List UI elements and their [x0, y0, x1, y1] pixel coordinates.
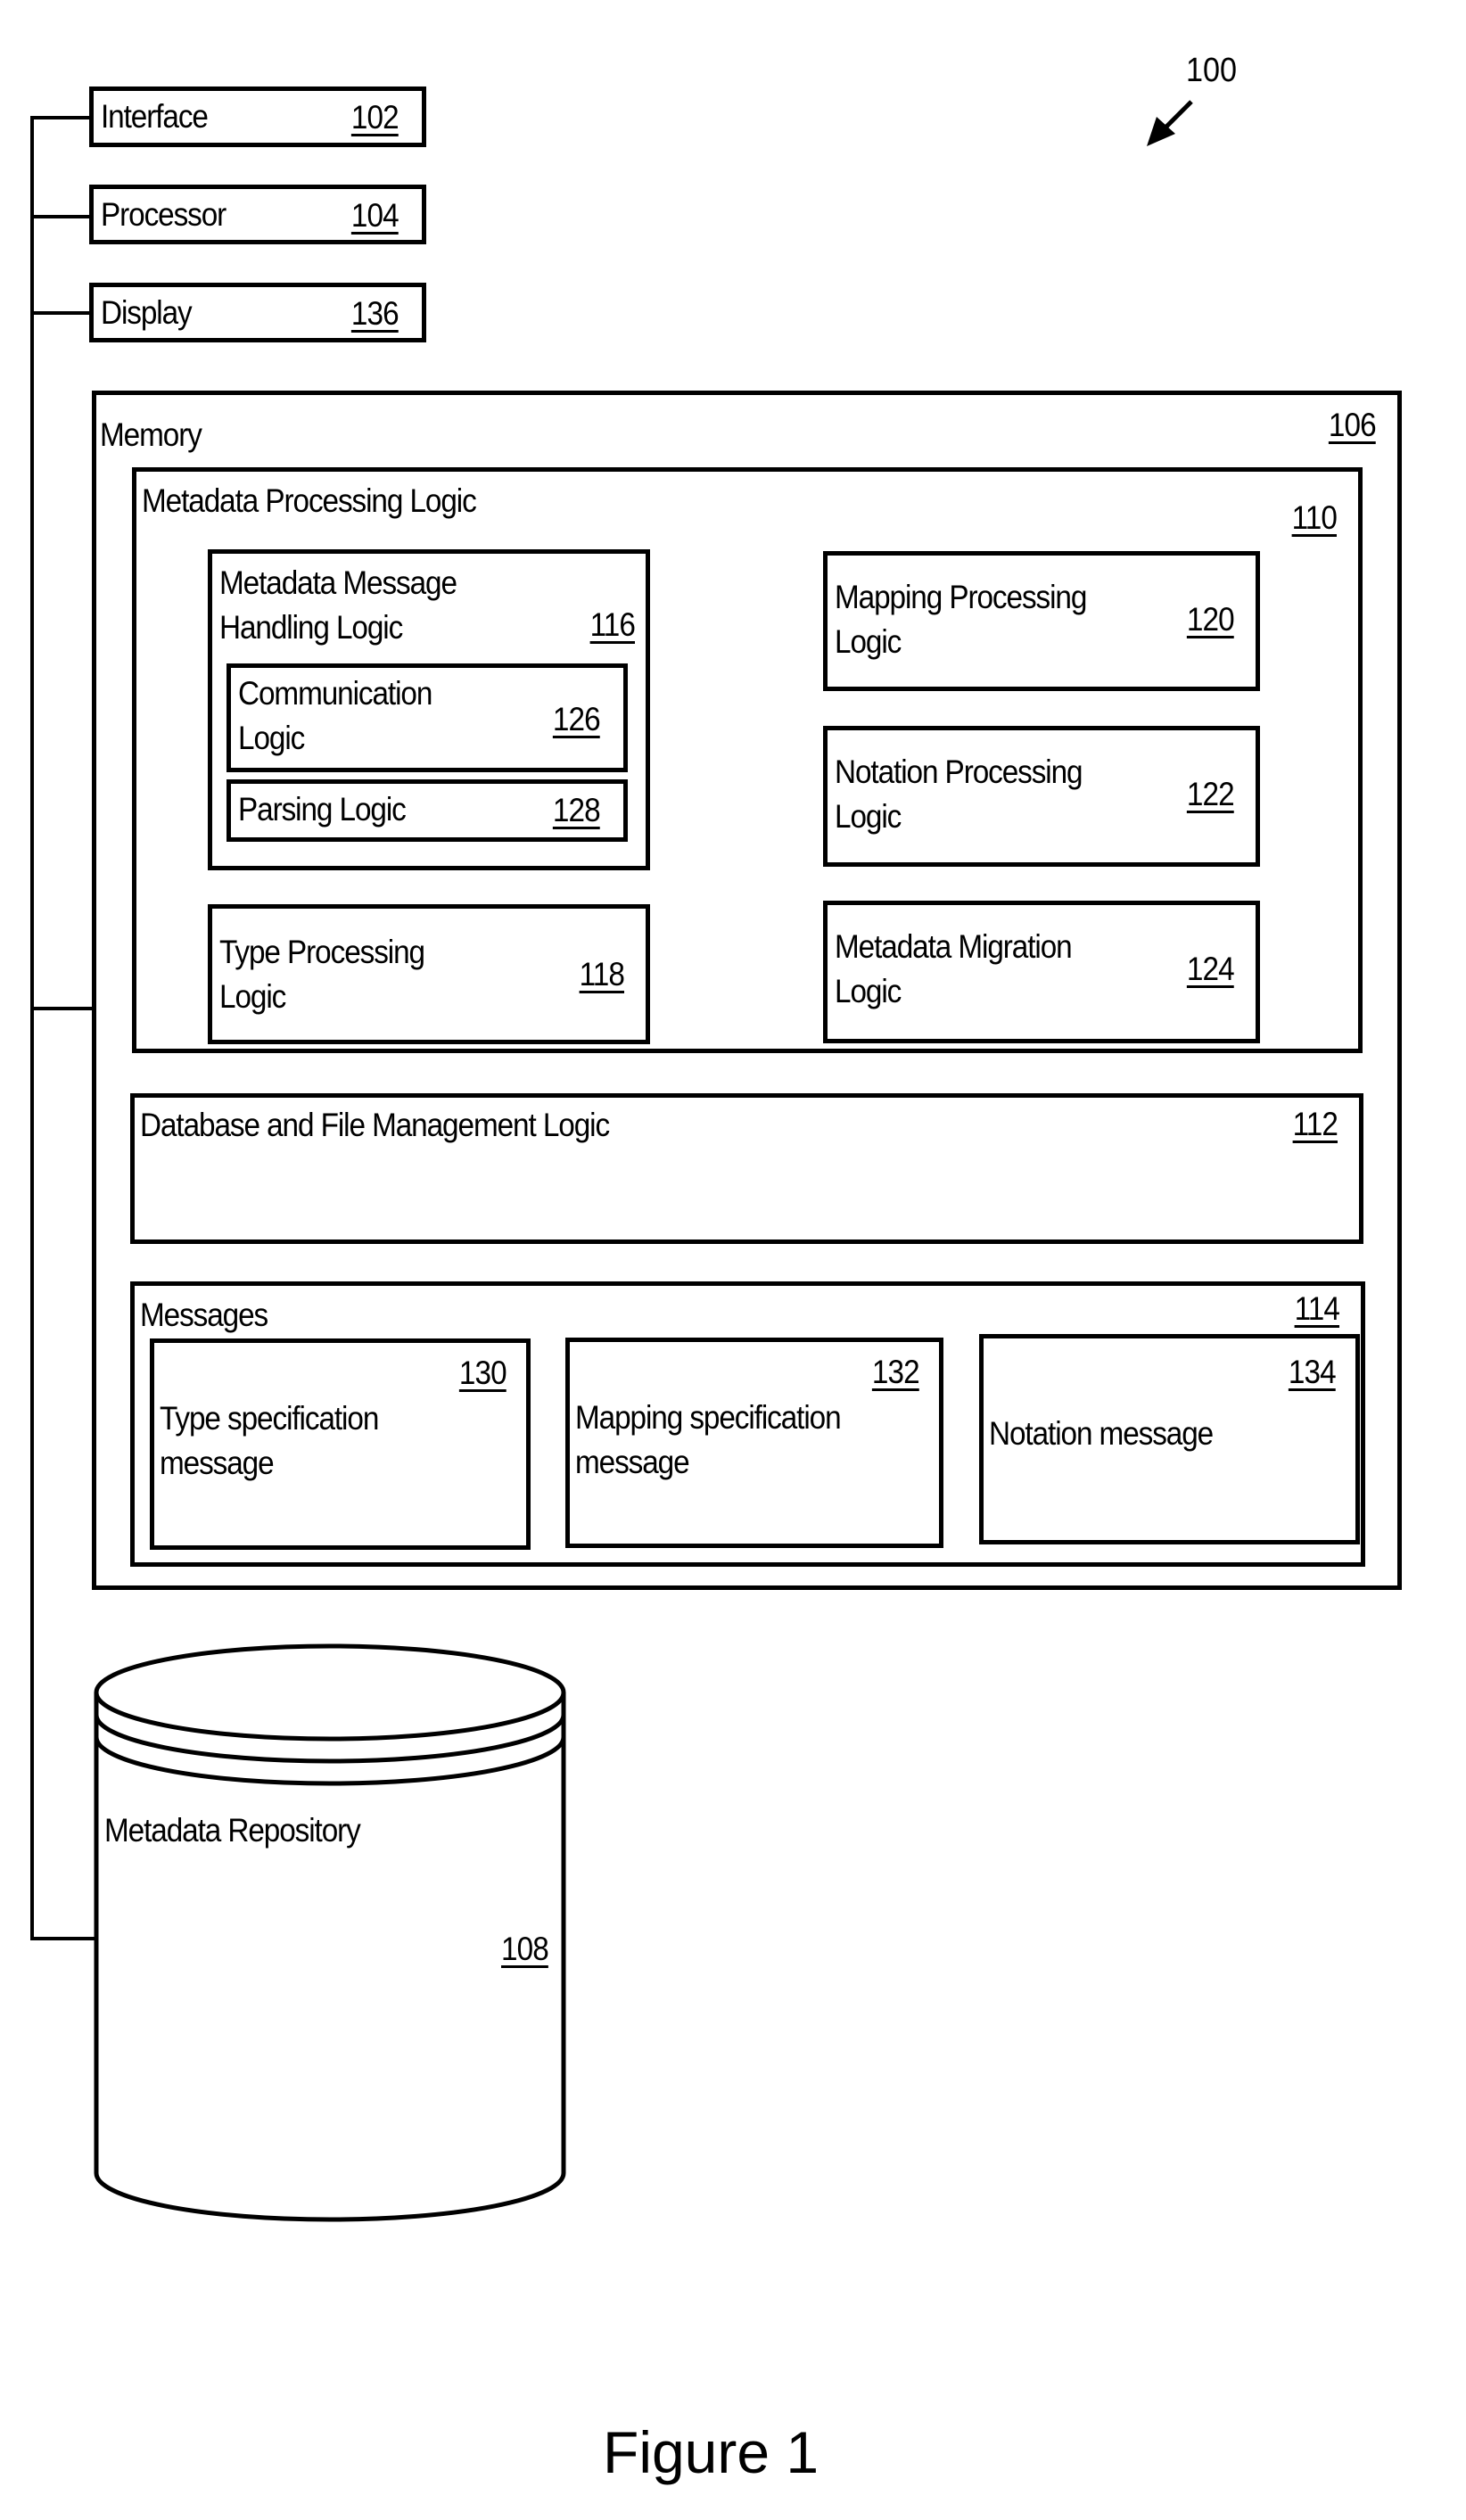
notation-message-ref: 134 [1289, 1354, 1337, 1390]
communication-logic-ref: 126 [553, 701, 601, 737]
mapping-specification-message-box[interactable]: 132 Mapping specification message [565, 1338, 943, 1548]
metadata-migration-logic-ref: 124 [1187, 951, 1235, 987]
parsing-logic-box[interactable]: Parsing Logic 128 [226, 779, 628, 842]
interface-box[interactable]: Interface 102 [89, 86, 426, 147]
notation-processing-logic-label: Notation Processing Logic [835, 754, 1083, 835]
notation-processing-logic-ref: 122 [1187, 776, 1235, 812]
processor-ref: 104 [351, 197, 399, 234]
type-processing-logic-ref: 118 [579, 956, 625, 992]
metadata-processing-logic-ref: 110 [1291, 499, 1338, 536]
bus-connector-repository [30, 1937, 96, 1940]
notation-processing-logic-box[interactable]: Notation Processing Logic 122 [823, 726, 1260, 867]
mapping-processing-logic-ref: 120 [1187, 601, 1235, 638]
bus-connector-display [30, 311, 91, 315]
type-processing-logic-box[interactable]: Type Processing Logic 118 [208, 904, 650, 1044]
database-file-management-logic-label: Database and File Management Logic [140, 1107, 610, 1143]
bus-connector-interface [30, 116, 91, 119]
metadata-migration-logic-label: Metadata Migration Logic [835, 928, 1073, 1009]
communication-logic-label: Communication Logic [238, 675, 432, 756]
communication-logic-box[interactable]: Communication Logic 126 [226, 663, 628, 772]
interface-label: Interface [101, 98, 209, 135]
mapping-specification-message-ref: 132 [872, 1354, 920, 1390]
bus-connector-memory [30, 1007, 93, 1010]
metadata-message-handling-logic-ref: 116 [589, 606, 636, 643]
memory-ref: 106 [1329, 407, 1377, 443]
system-bus-line [30, 116, 34, 1940]
display-ref: 136 [351, 295, 399, 332]
parsing-logic-ref: 128 [553, 792, 601, 828]
system-reference-number: 100 [1186, 52, 1238, 89]
notation-message-box[interactable]: 134 Notation message [979, 1334, 1360, 1544]
memory-label: Memory [100, 416, 202, 453]
type-processing-logic-label: Type Processing Logic [219, 934, 425, 1015]
mapping-specification-message-label: Mapping specification message [575, 1399, 842, 1480]
type-specification-message-ref: 130 [459, 1355, 507, 1391]
notation-message-label: Notation message [989, 1415, 1214, 1452]
metadata-processing-logic-label: Metadata Processing Logic [142, 482, 477, 519]
type-specification-message-box[interactable]: 130 Type specification message [150, 1338, 531, 1550]
interface-ref: 102 [351, 99, 399, 136]
display-box[interactable]: Display 136 [89, 283, 426, 342]
mapping-processing-logic-box[interactable]: Mapping Processing Logic 120 [823, 551, 1260, 691]
metadata-repository-ref: 108 [501, 1931, 549, 1967]
metadata-message-handling-logic-label: Metadata Message Handling Logic [219, 564, 457, 646]
bus-connector-processor [30, 215, 91, 218]
messages-ref: 114 [1294, 1290, 1340, 1327]
processor-box[interactable]: Processor 104 [89, 185, 426, 244]
mapping-processing-logic-label: Mapping Processing Logic [835, 579, 1087, 660]
messages-label: Messages [140, 1297, 268, 1333]
database-file-management-logic-box[interactable]: Database and File Management Logic 112 [130, 1093, 1363, 1244]
figure-caption: Figure 1 [603, 2419, 819, 2485]
metadata-repository-label: Metadata Repository [104, 1812, 361, 1849]
database-file-management-logic-ref: 112 [1292, 1106, 1338, 1142]
parsing-logic-label: Parsing Logic [238, 791, 407, 828]
processor-label: Processor [101, 196, 226, 233]
type-specification-message-label: Type specification message [160, 1400, 379, 1481]
metadata-migration-logic-box[interactable]: Metadata Migration Logic 124 [823, 901, 1260, 1043]
display-label: Display [101, 294, 193, 331]
